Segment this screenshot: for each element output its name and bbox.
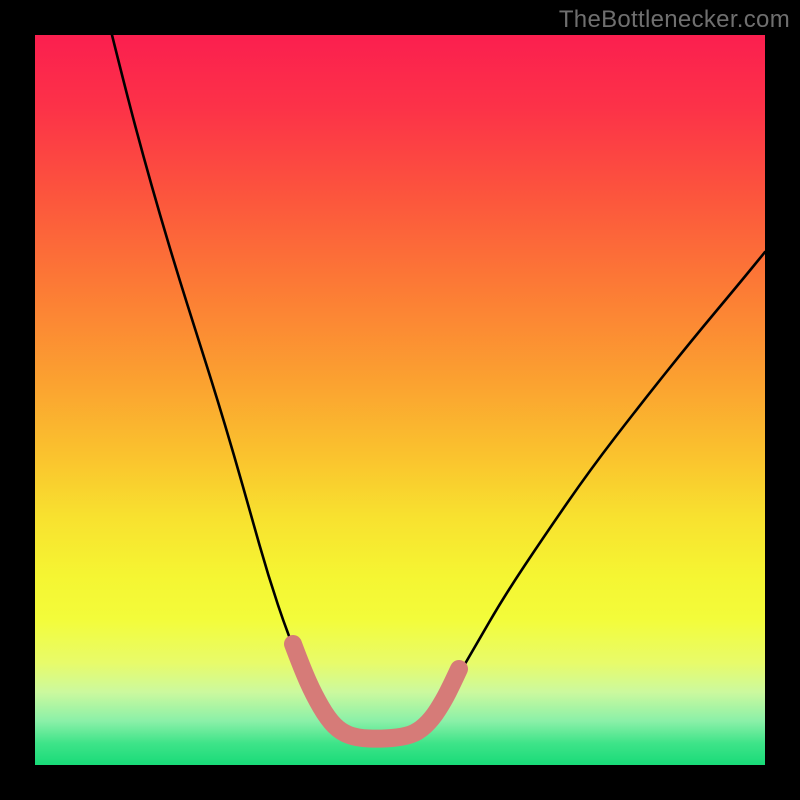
gradient-background (35, 35, 765, 765)
chart-svg (35, 35, 765, 765)
watermark-text: TheBottlenecker.com (559, 6, 790, 34)
chart-frame: TheBottlenecker.com (0, 0, 800, 800)
plot-area (35, 35, 765, 765)
